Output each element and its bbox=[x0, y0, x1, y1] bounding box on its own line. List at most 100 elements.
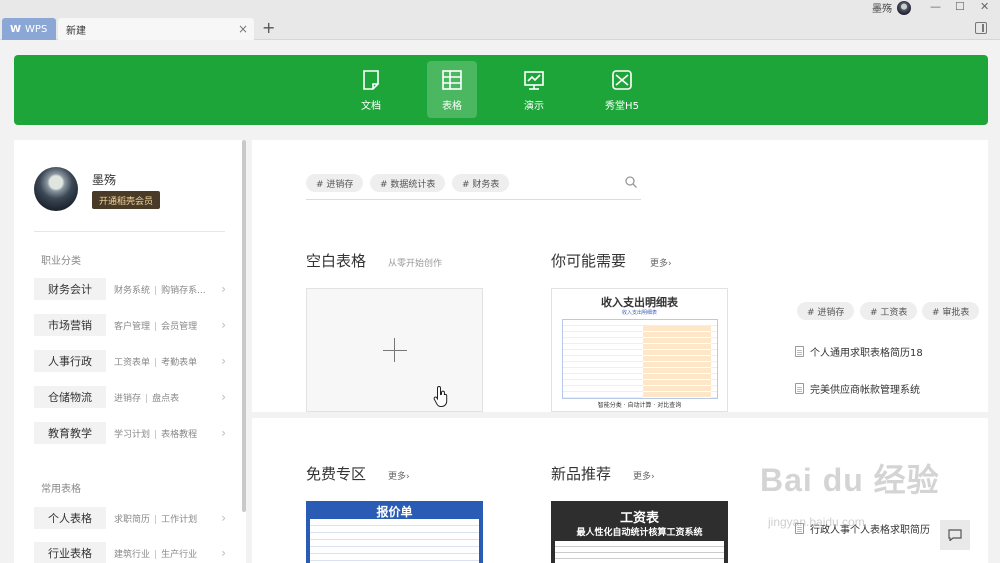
category-subs: 学习计划 | 表格教程 bbox=[114, 427, 214, 440]
chevron-right-icon[interactable]: › bbox=[221, 511, 226, 525]
search-tag[interactable]: # 财务表 bbox=[452, 174, 510, 192]
main-content: # 进销存 # 数据统计表 # 财务表 空白表格 从零开始创作 你可能需要 更多… bbox=[252, 140, 988, 412]
chevron-right-icon[interactable]: › bbox=[221, 546, 226, 560]
subcategory-link[interactable]: 盘点表 bbox=[152, 394, 179, 404]
chevron-right-icon[interactable]: › bbox=[221, 318, 226, 332]
account-avatar bbox=[897, 0, 911, 15]
category-name[interactable]: 行业表格 bbox=[34, 542, 106, 563]
category-subs: 工资表单 | 考勤表单 bbox=[114, 355, 214, 368]
subcategory-link[interactable]: 工资表单 bbox=[114, 358, 150, 368]
subcategory-link[interactable]: 学习计划 bbox=[114, 430, 150, 440]
subcategory-link[interactable]: 工作计划 bbox=[161, 515, 197, 525]
subcategory-link[interactable]: 考勤表单 bbox=[161, 358, 197, 368]
app-tab-h5[interactable]: 秀堂H5 bbox=[597, 61, 647, 118]
template-title: 收入支出明细表 bbox=[601, 296, 678, 309]
file-icon bbox=[795, 346, 804, 357]
search-tag[interactable]: # 数据统计表 bbox=[370, 174, 446, 192]
template-card-quote[interactable]: 报价单 bbox=[306, 501, 483, 563]
needs-more-link[interactable]: 更多› bbox=[650, 256, 672, 269]
subcategory-link[interactable]: 表格教程 bbox=[161, 430, 197, 440]
app-tab-spreadsheet[interactable]: 表格 bbox=[427, 61, 477, 118]
category-name[interactable]: 人事行政 bbox=[34, 350, 106, 372]
subcategory-link[interactable]: 建筑行业 bbox=[114, 550, 150, 560]
hand-cursor-icon bbox=[433, 385, 448, 407]
left-sidebar: 墨殇 开通稻壳会员 职业分类 财务会计 财务系统 | 购销存系... › 市场营销 … bbox=[14, 140, 246, 563]
template-card-income-expense[interactable]: 收入支出明细表 收入支出明细表 智能分类 · 自动计算 · 对比查询 bbox=[551, 288, 728, 412]
category-row-marketing[interactable]: 市场营销 客户管理 | 会员管理 › bbox=[34, 314, 226, 336]
add-tab-button[interactable]: + bbox=[262, 18, 275, 37]
vip-button[interactable]: 开通稻壳会员 bbox=[92, 191, 160, 209]
minimize-button[interactable]: — bbox=[930, 0, 941, 13]
search-icon[interactable] bbox=[625, 176, 637, 188]
new-section-title: 新品推荐 bbox=[551, 465, 612, 483]
template-subtitle: 收入支出明细表 bbox=[621, 310, 657, 316]
app-tab-presentation[interactable]: 演示 bbox=[509, 61, 559, 118]
sidebar-scrollbar[interactable] bbox=[242, 140, 246, 512]
category-name[interactable]: 教育教学 bbox=[34, 422, 106, 444]
category-name[interactable]: 财务会计 bbox=[34, 278, 106, 300]
subcategory-link[interactable]: 生产行业 bbox=[161, 550, 197, 560]
divider bbox=[34, 231, 225, 232]
template-preview-grid bbox=[310, 519, 479, 563]
new-blank-spreadsheet-card[interactable] bbox=[306, 288, 483, 412]
template-preview-grid bbox=[555, 541, 724, 563]
template-card-wage[interactable]: 工资表 最人性化自动统计核算工资系统 bbox=[551, 501, 728, 563]
subcategory-link[interactable]: 购销存系... bbox=[161, 286, 206, 296]
separator: | bbox=[154, 321, 158, 332]
search-input[interactable] bbox=[306, 199, 641, 200]
subcategory-link[interactable]: 进销存 bbox=[114, 394, 141, 404]
chevron-right-icon[interactable]: › bbox=[221, 354, 226, 368]
new-more-link[interactable]: 更多› bbox=[633, 469, 655, 482]
file-icon bbox=[795, 383, 804, 394]
chevron-right-icon[interactable]: › bbox=[221, 426, 226, 440]
document-icon bbox=[363, 70, 379, 90]
subcategory-link[interactable]: 财务系统 bbox=[114, 286, 150, 296]
section-title-common: 常用表格 bbox=[41, 484, 81, 495]
tab-wps-label: WPS bbox=[25, 23, 48, 35]
app-tab-label: 文档 bbox=[361, 101, 381, 112]
category-row-education[interactable]: 教育教学 学习计划 | 表格教程 › bbox=[34, 422, 226, 444]
category-row-logistics[interactable]: 仓储物流 进销存 | 盘点表 › bbox=[34, 386, 226, 408]
search-tag[interactable]: # 进销存 bbox=[306, 174, 364, 192]
free-more-link[interactable]: 更多› bbox=[388, 469, 410, 482]
category-row-personal[interactable]: 个人表格 求职简历 | 工作计划 › bbox=[34, 507, 226, 529]
recommend-item[interactable]: 完美供应商帐款管理系统 bbox=[795, 381, 920, 396]
separator: | bbox=[145, 393, 149, 404]
sidebar-toggle-icon[interactable] bbox=[975, 22, 987, 34]
tab-new[interactable]: 新建 × bbox=[58, 18, 254, 40]
chevron-right-icon[interactable]: › bbox=[221, 390, 226, 404]
template-title: 工资表 bbox=[619, 511, 659, 526]
chevron-right-icon[interactable]: › bbox=[221, 282, 226, 296]
h5-icon bbox=[612, 70, 632, 90]
recommend-tag[interactable]: # 进销存 bbox=[797, 302, 855, 320]
category-row-hr[interactable]: 人事行政 工资表单 | 考勤表单 › bbox=[34, 350, 226, 372]
category-row-finance[interactable]: 财务会计 财务系统 | 购销存系... › bbox=[34, 278, 226, 300]
spreadsheet-icon bbox=[442, 70, 462, 90]
template-preview-highlight bbox=[643, 326, 711, 398]
recommend-item[interactable]: 个人通用求职表格简历18 bbox=[795, 344, 923, 359]
baidu-watermark: Bai du 经验 bbox=[760, 462, 940, 498]
maximize-button[interactable]: ☐ bbox=[955, 0, 965, 13]
blank-section-subtitle: 从零开始创作 bbox=[388, 259, 443, 269]
subcategory-link[interactable]: 客户管理 bbox=[114, 322, 150, 332]
tab-wps[interactable]: W WPS bbox=[2, 18, 56, 40]
recommend-tag[interactable]: # 审批表 bbox=[922, 302, 980, 320]
close-window-button[interactable]: ✕ bbox=[980, 0, 989, 13]
needs-section-title: 你可能需要 bbox=[551, 252, 627, 270]
template-subtitle: 最人性化自动统计核算工资系统 bbox=[576, 528, 703, 538]
category-name[interactable]: 仓储物流 bbox=[34, 386, 106, 408]
subcategory-link[interactable]: 会员管理 bbox=[161, 322, 197, 332]
category-name[interactable]: 个人表格 bbox=[34, 507, 106, 529]
category-subs: 进销存 | 盘点表 bbox=[114, 391, 214, 404]
user-avatar[interactable] bbox=[34, 167, 78, 211]
app-tab-document[interactable]: 文档 bbox=[346, 61, 396, 118]
user-name: 墨殇 bbox=[92, 173, 117, 187]
recommend-tag[interactable]: # 工资表 bbox=[860, 302, 918, 320]
account-menu[interactable]: 墨殇 bbox=[872, 0, 911, 15]
template-preview-grid bbox=[562, 319, 718, 399]
category-name[interactable]: 市场营销 bbox=[34, 314, 106, 336]
subcategory-link[interactable]: 求职简历 bbox=[114, 515, 150, 525]
close-tab-icon[interactable]: × bbox=[238, 22, 248, 36]
feedback-button[interactable] bbox=[940, 520, 970, 550]
category-row-industry[interactable]: 行业表格 建筑行业 | 生产行业 › bbox=[34, 542, 226, 563]
